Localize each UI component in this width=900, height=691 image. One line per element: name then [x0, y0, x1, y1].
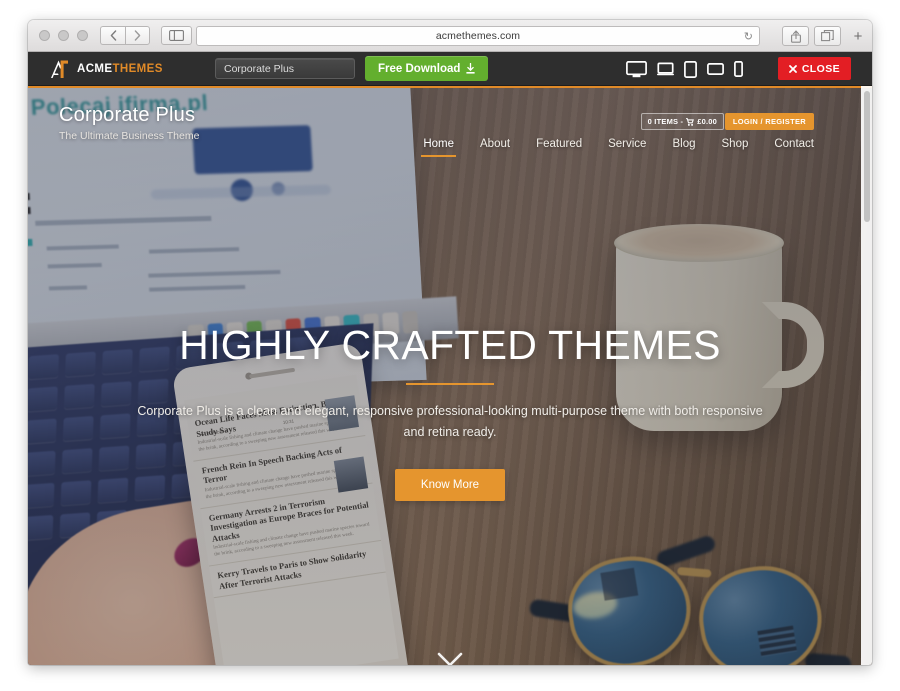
- site-scrollbar-thumb[interactable]: [863, 91, 870, 222]
- sidebar-toggle-icon: [169, 30, 184, 41]
- phone-icon: [734, 61, 743, 77]
- logo-word-themes: THEMES: [112, 62, 163, 75]
- know-more-label: Know More: [420, 479, 480, 492]
- monitor-icon: [626, 60, 647, 77]
- window-controls[interactable]: [39, 30, 88, 41]
- browser-chrome-bar: acmethemes.com ↻ +: [28, 20, 872, 52]
- tab-overview-icon: [821, 30, 834, 42]
- window-close-button[interactable]: [39, 30, 50, 41]
- nav-item-shop[interactable]: Shop: [722, 138, 749, 157]
- tab-overview-button[interactable]: [814, 26, 841, 46]
- share-button[interactable]: [782, 26, 809, 46]
- accent-rule: [28, 86, 872, 88]
- know-more-button[interactable]: Know More: [394, 469, 506, 502]
- navigation-buttons[interactable]: [100, 26, 150, 45]
- hero-divider: [406, 383, 494, 385]
- device-tablet-portrait[interactable]: [684, 60, 697, 78]
- x-icon: [788, 64, 797, 73]
- acme-logo-icon: [49, 59, 71, 79]
- site-navigation[interactable]: Home About Featured Service Blog Shop Co…: [421, 138, 814, 157]
- scroll-down-button[interactable]: [436, 652, 464, 665]
- site-title: Corporate Plus: [59, 104, 196, 126]
- device-tablet-landscape[interactable]: [707, 63, 724, 75]
- laptop-icon: [657, 62, 674, 76]
- share-icon: [790, 29, 801, 43]
- nav-item-service[interactable]: Service: [608, 138, 646, 157]
- device-desktop[interactable]: [626, 60, 647, 78]
- url-text: acmethemes.com: [435, 30, 521, 42]
- nav-item-about[interactable]: About: [480, 138, 510, 157]
- new-tab-button[interactable]: +: [848, 26, 868, 46]
- login-register-label: LOGIN / REGISTER: [732, 117, 806, 126]
- acme-logo[interactable]: ACMETHEMES: [49, 59, 163, 79]
- window-maximize-button[interactable]: [77, 30, 88, 41]
- device-laptop[interactable]: [657, 62, 674, 76]
- sidebar-toggle-button[interactable]: [161, 26, 192, 45]
- login-register-button[interactable]: LOGIN / REGISTER: [724, 113, 814, 130]
- hero-section: HIGHLY CRAFTED THEMES Corporate Plus is …: [28, 322, 872, 502]
- hero-subtitle: Corporate Plus is a clean and elegant, r…: [137, 404, 763, 439]
- chevron-right-icon: [134, 30, 141, 41]
- hero-title: HIGHLY CRAFTED THEMES: [179, 322, 721, 368]
- acme-logo-text: ACMETHEMES: [77, 63, 163, 75]
- chevron-down-icon: [437, 652, 463, 665]
- shopping-cart-icon: [686, 117, 695, 126]
- device-phone[interactable]: [734, 61, 743, 77]
- cart-button[interactable]: 0 ITEMS - £0.00: [640, 113, 724, 130]
- forward-button[interactable]: [125, 26, 150, 45]
- free-download-label: Free Download: [378, 62, 461, 75]
- device-preview-group[interactable]: [626, 52, 743, 86]
- site-brand[interactable]: Corporate Plus The Ultimate Business The…: [59, 104, 199, 142]
- browser-window: acmethemes.com ↻ + ACMETHEMES Corporate …: [28, 20, 872, 665]
- nav-item-featured[interactable]: Featured: [536, 138, 582, 157]
- theme-select[interactable]: Corporate Plus: [215, 58, 355, 79]
- cart-total: £0.00: [697, 117, 717, 126]
- close-preview-label: CLOSE: [801, 62, 840, 75]
- nav-item-contact[interactable]: Contact: [774, 138, 814, 157]
- cart-items-label: 0 ITEMS -: [647, 117, 684, 126]
- free-download-button[interactable]: Free Download: [365, 56, 489, 81]
- acme-preview-toolbar: ACMETHEMES Corporate Plus Free Download: [28, 52, 872, 86]
- tablet-landscape-icon: [707, 63, 724, 75]
- close-preview-button[interactable]: CLOSE: [777, 57, 851, 80]
- logo-word-acme: ACME: [77, 62, 113, 75]
- browser-actions[interactable]: [782, 26, 841, 46]
- address-bar[interactable]: acmethemes.com ↻: [196, 26, 760, 46]
- tablet-portrait-icon: [684, 60, 697, 78]
- reload-icon[interactable]: ↻: [744, 30, 753, 43]
- window-minimize-button[interactable]: [58, 30, 69, 41]
- chevron-left-icon: [110, 30, 116, 41]
- nav-item-home[interactable]: Home: [421, 138, 456, 157]
- site-viewport: Polecaj ifirma.pl: [28, 86, 872, 665]
- back-button[interactable]: [100, 26, 125, 45]
- site-header: Corporate Plus The Ultimate Business The…: [28, 94, 872, 164]
- nav-item-blog[interactable]: Blog: [672, 138, 695, 157]
- site-tagline: The Ultimate Business Theme: [59, 130, 200, 142]
- theme-select-value: Corporate Plus: [224, 62, 295, 75]
- download-icon: [466, 63, 476, 74]
